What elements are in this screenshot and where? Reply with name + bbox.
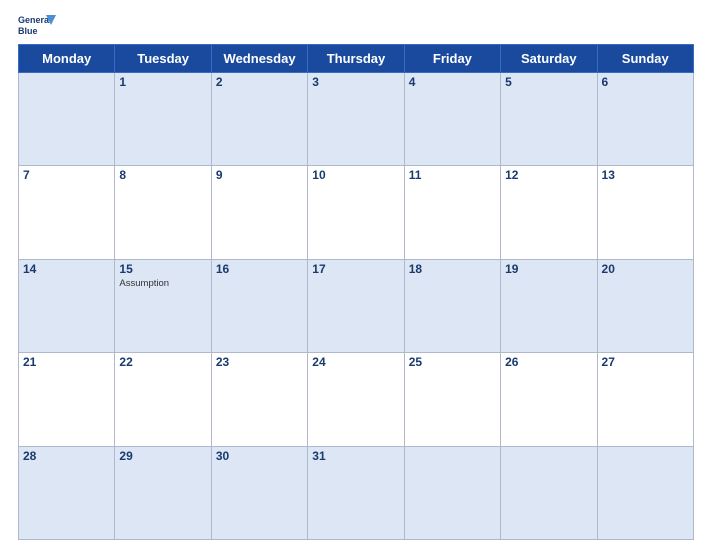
weekday-header-tuesday: Tuesday (115, 45, 211, 73)
calendar-cell: 1 (115, 73, 211, 166)
calendar-cell: 5 (501, 73, 597, 166)
day-number: 26 (505, 355, 592, 369)
day-number: 13 (602, 168, 689, 182)
day-number: 28 (23, 449, 110, 463)
calendar-row: 28 29 30 31 (19, 446, 694, 539)
calendar-cell: 21 (19, 353, 115, 446)
calendar-cell (404, 446, 500, 539)
calendar-cell: 8 (115, 166, 211, 259)
day-number: 24 (312, 355, 399, 369)
calendar-cell: 3 (308, 73, 404, 166)
calendar-cell: 25 (404, 353, 500, 446)
calendar-cell (501, 446, 597, 539)
calendar-cell: 15 Assumption (115, 259, 211, 352)
day-number: 27 (602, 355, 689, 369)
calendar-cell: 12 (501, 166, 597, 259)
svg-text:General: General (18, 15, 52, 25)
calendar-table: MondayTuesdayWednesdayThursdayFridaySatu… (18, 44, 694, 540)
calendar-cell: 13 (597, 166, 693, 259)
day-number: 6 (602, 75, 689, 89)
day-number: 29 (119, 449, 206, 463)
calendar-row: 14 15 Assumption 16 17 18 19 20 (19, 259, 694, 352)
calendar-cell: 30 (211, 446, 307, 539)
day-number: 1 (119, 75, 206, 89)
day-number: 12 (505, 168, 592, 182)
calendar-cell: 19 (501, 259, 597, 352)
calendar-cell: 27 (597, 353, 693, 446)
day-number: 9 (216, 168, 303, 182)
day-number: 16 (216, 262, 303, 276)
calendar-cell: 28 (19, 446, 115, 539)
calendar-row: 789 10 11 12 13 (19, 166, 694, 259)
calendar-cell (19, 73, 115, 166)
calendar-header: General Blue (18, 10, 694, 40)
day-number: 10 (312, 168, 399, 182)
day-number: 4 (409, 75, 496, 89)
calendar-cell: 6 (597, 73, 693, 166)
day-number: 22 (119, 355, 206, 369)
calendar-cell: 20 (597, 259, 693, 352)
weekday-header-row: MondayTuesdayWednesdayThursdayFridaySatu… (19, 45, 694, 73)
calendar-cell: 14 (19, 259, 115, 352)
calendar-cell: 29 (115, 446, 211, 539)
calendar-cell: 18 (404, 259, 500, 352)
day-number: 25 (409, 355, 496, 369)
day-number: 8 (119, 168, 206, 182)
calendar-cell: 26 (501, 353, 597, 446)
day-number: 15 (119, 262, 206, 276)
day-number: 11 (409, 168, 496, 182)
day-number: 18 (409, 262, 496, 276)
weekday-header-monday: Monday (19, 45, 115, 73)
calendar-cell: 10 (308, 166, 404, 259)
logo: General Blue (18, 10, 56, 40)
day-number: 3 (312, 75, 399, 89)
calendar-cell: 4 (404, 73, 500, 166)
calendar-cell: 16 (211, 259, 307, 352)
day-number: 2 (216, 75, 303, 89)
svg-text:Blue: Blue (18, 26, 38, 36)
calendar-cell: 17 (308, 259, 404, 352)
calendar-cell: 2 (211, 73, 307, 166)
weekday-header-friday: Friday (404, 45, 500, 73)
day-number: 17 (312, 262, 399, 276)
day-number: 30 (216, 449, 303, 463)
day-number: 20 (602, 262, 689, 276)
calendar-cell (597, 446, 693, 539)
day-number: 31 (312, 449, 399, 463)
calendar-cell: 11 (404, 166, 500, 259)
day-number: 21 (23, 355, 110, 369)
calendar-row: 123456 (19, 73, 694, 166)
day-number: 23 (216, 355, 303, 369)
calendar-cell: 24 (308, 353, 404, 446)
weekday-header-thursday: Thursday (308, 45, 404, 73)
weekday-header-sunday: Sunday (597, 45, 693, 73)
day-number: 14 (23, 262, 110, 276)
weekday-header-saturday: Saturday (501, 45, 597, 73)
day-number: 19 (505, 262, 592, 276)
calendar-cell: 23 (211, 353, 307, 446)
calendar-row: 21 22 23 24 25 26 27 (19, 353, 694, 446)
holiday-label: Assumption (119, 278, 206, 289)
calendar-cell: 9 (211, 166, 307, 259)
calendar-cell: 22 (115, 353, 211, 446)
calendar-cell: 7 (19, 166, 115, 259)
day-number: 5 (505, 75, 592, 89)
weekday-header-wednesday: Wednesday (211, 45, 307, 73)
day-number: 7 (23, 168, 110, 182)
calendar-cell: 31 (308, 446, 404, 539)
